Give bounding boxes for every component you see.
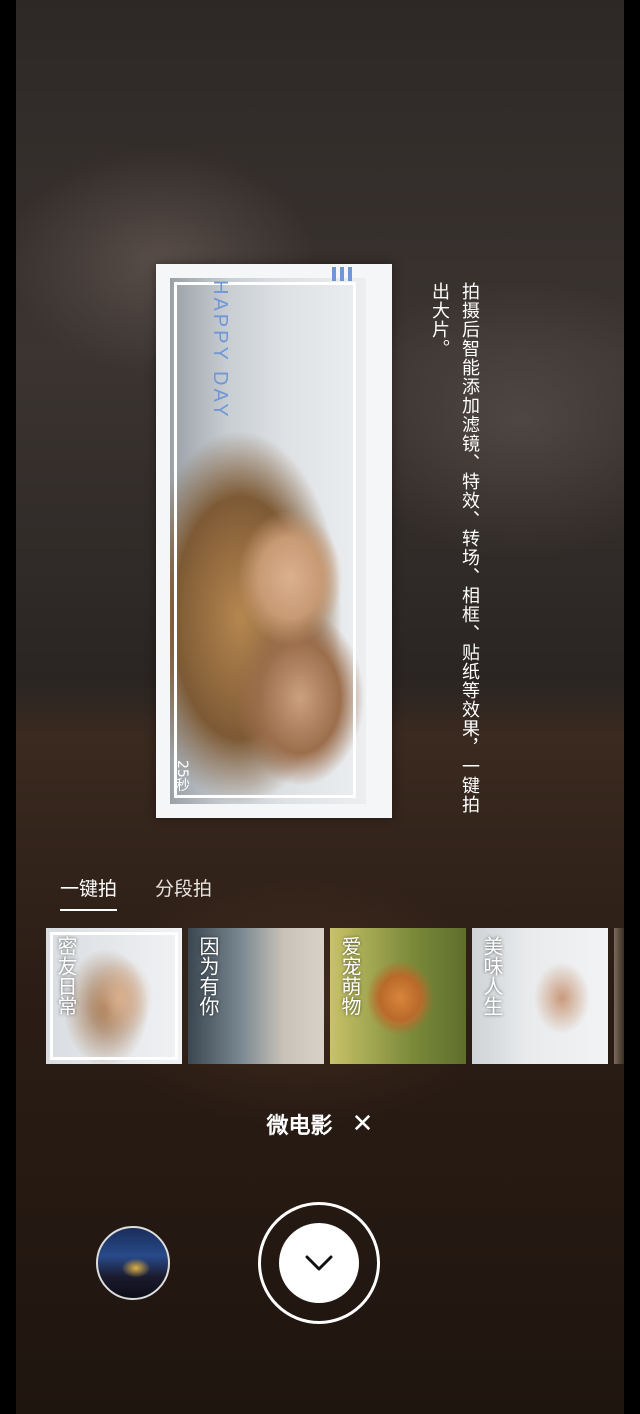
active-effect-bar: 微电影 ✕ xyxy=(0,1108,640,1140)
preview-frame-border xyxy=(174,282,356,798)
preview-photo xyxy=(170,278,366,804)
template-item[interactable]: 美味人生 xyxy=(472,928,608,1064)
frame-stripes-decoration xyxy=(332,266,360,281)
left-letterbox-bar xyxy=(0,0,16,1414)
template-preview-card xyxy=(156,264,392,818)
feature-hint-text: 拍摄后智能添加滤镜、特效、转场、相框、贴纸等效果，一键拍出大片。 xyxy=(429,282,480,814)
preview-duration: 25秒 xyxy=(174,760,190,792)
template-label: 密友日常 xyxy=(54,936,78,1016)
template-item-partial[interactable] xyxy=(614,928,624,1064)
effect-name: 微电影 xyxy=(266,1114,333,1139)
shooting-mode-tabs: 一键拍 分段拍 xyxy=(60,874,212,911)
tab-one-tap[interactable]: 一键拍 xyxy=(60,874,118,911)
shutter-inner[interactable] xyxy=(279,1223,359,1303)
chevron-down-icon xyxy=(305,1255,333,1271)
right-letterbox-bar xyxy=(624,0,640,1414)
template-list: 密友日常 因为有你 爱宠萌物 美味人生 xyxy=(46,928,608,1064)
template-label: 因为有你 xyxy=(196,936,220,1016)
template-item[interactable]: 密友日常 xyxy=(46,928,182,1064)
template-item[interactable]: 爱宠萌物 xyxy=(330,928,466,1064)
gallery-thumbnail-button[interactable] xyxy=(96,1226,170,1300)
tab-segment[interactable]: 分段拍 xyxy=(155,874,212,911)
shutter-button[interactable] xyxy=(258,1202,380,1324)
template-label: 美味人生 xyxy=(480,936,504,1016)
close-icon[interactable]: ✕ xyxy=(352,1109,374,1139)
frame-happy-day-text: HAPPY DAY xyxy=(209,280,231,420)
template-item[interactable]: 因为有你 xyxy=(188,928,324,1064)
template-label: 爱宠萌物 xyxy=(338,936,362,1016)
